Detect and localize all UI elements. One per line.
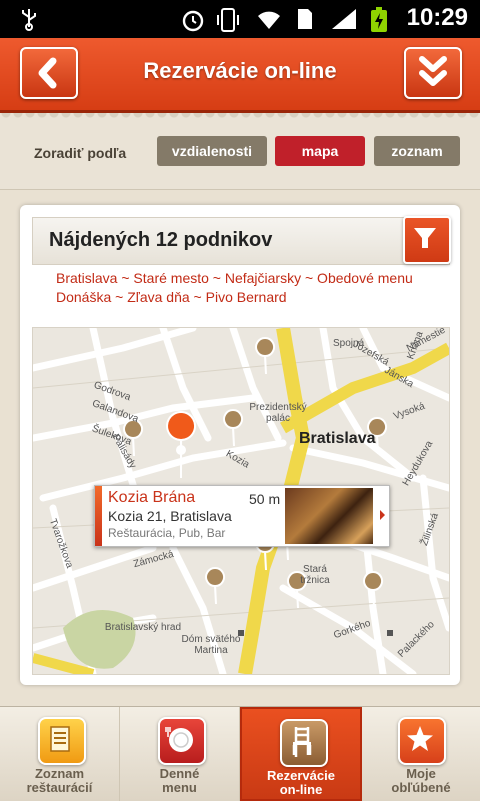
nav-label: Rezervácie on-line	[267, 768, 335, 797]
bottom-nav: Zoznam reštaurácií Denné menu Rezervácie on…	[0, 706, 480, 801]
place-type: Reštaurácia, Pub, Bar	[108, 526, 226, 540]
place-name: Kozia Brána	[108, 489, 196, 506]
app-header: Rezervácie on-line	[0, 38, 480, 113]
plate-icon	[158, 717, 206, 765]
sort-bar: Zoradiť podľa vzdialenosti mapa zoznam	[0, 113, 480, 190]
nav-online-reservations[interactable]: Rezervácie on-line	[240, 707, 362, 801]
map-label-city: Bratislava	[299, 430, 376, 447]
filter-tags-line1[interactable]: Bratislava ~ Staré mesto ~ Nefajčiarsky …	[56, 269, 436, 288]
selected-pin[interactable]	[166, 411, 197, 479]
star-icon	[398, 717, 446, 765]
place-distance: 50 m	[249, 491, 281, 507]
sim-icon	[298, 9, 312, 29]
filter-button[interactable]	[403, 216, 451, 264]
clock: 10:29	[406, 4, 468, 31]
map-label-old-market: Stará tržnica	[300, 564, 330, 586]
place-photo	[285, 488, 373, 544]
popup-accent-bar	[95, 486, 102, 546]
results-count-title: Nájdených 12 podnikov	[49, 229, 273, 251]
map-label-presidential-palace: Prezidentský palác	[249, 402, 307, 424]
vibrate-icon	[217, 8, 239, 32]
list-icon	[38, 717, 86, 765]
wifi-icon	[258, 11, 280, 29]
menu-button[interactable]	[404, 47, 462, 99]
place-popup[interactable]: Kozia Brána 50 m Kozia 21, Bratislava Re…	[94, 485, 390, 547]
sort-distance-button[interactable]: vzdialenosti	[157, 136, 267, 166]
usb-icon	[22, 9, 36, 31]
sort-map-button[interactable]: mapa	[275, 136, 365, 166]
chevron-right-icon	[380, 510, 385, 520]
nav-label: Moje obľúbené	[391, 766, 451, 795]
status-bar: 10:29	[0, 0, 480, 38]
results-card: Nájdených 12 podnikov Bratislava ~ Staré…	[20, 205, 460, 685]
sort-label: Zoradiť podľa	[34, 145, 127, 161]
map-label-castle: Bratislavský hrad	[104, 622, 182, 633]
sort-list-button[interactable]: zoznam	[374, 136, 460, 166]
filter-tags-line2[interactable]: Donáška ~ Zľava dňa ~ Pivo Bernard	[56, 288, 436, 307]
nav-label: Zoznam reštaurácií	[26, 766, 93, 795]
map-label-cathedral: Dóm svätého Martina	[181, 634, 241, 656]
nav-favorites[interactable]: Moje obľúbené	[362, 707, 480, 801]
nav-restaurant-list[interactable]: Zoznam reštaurácií	[0, 707, 120, 801]
lace-border	[0, 113, 480, 121]
map-view[interactable]: Spojná Námestie Jozefská Jánska Vysoká H…	[32, 327, 450, 675]
double-chevron-down-icon	[419, 56, 447, 86]
funnel-icon	[414, 228, 436, 248]
nav-daily-menu[interactable]: Denné menu	[120, 707, 240, 801]
battery-icon	[371, 7, 387, 32]
results-header: Nájdených 12 podnikov	[32, 216, 451, 265]
chair-icon	[280, 719, 328, 767]
signal-icon	[332, 9, 356, 29]
alarm-icon	[182, 10, 204, 32]
active-filters: Bratislava ~ Staré mesto ~ Nefajčiarsky …	[56, 269, 436, 307]
nav-label: Denné menu	[159, 766, 200, 795]
place-address: Kozia 21, Bratislava	[108, 508, 232, 524]
